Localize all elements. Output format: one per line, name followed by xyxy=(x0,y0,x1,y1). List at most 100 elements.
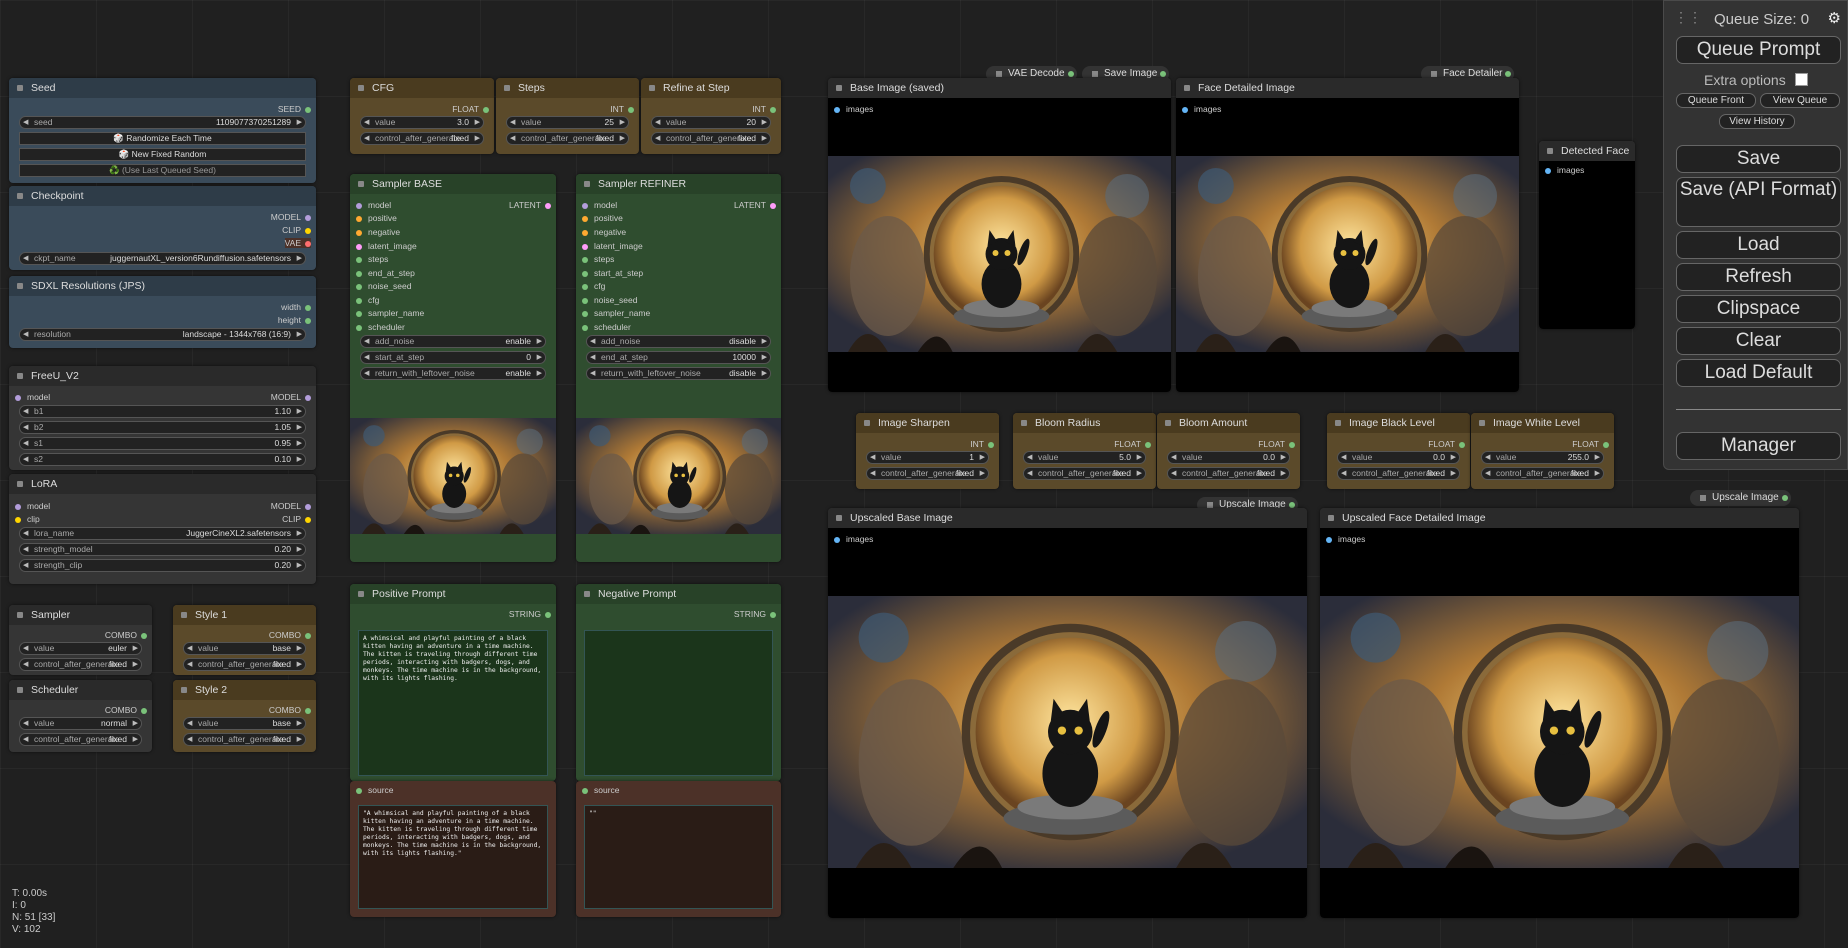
images-input[interactable]: images xyxy=(1545,165,1584,175)
node-title[interactable]: Upscaled Base Image xyxy=(828,508,1307,528)
queue-front-button[interactable]: Queue Front xyxy=(1676,93,1756,108)
sampler-name-input[interactable]: sampler_name xyxy=(582,308,650,318)
node-title[interactable]: Face Detailed Image xyxy=(1176,78,1519,98)
clip-output[interactable]: CLIP xyxy=(282,225,311,235)
load-button[interactable]: Load xyxy=(1676,231,1841,259)
negative-source-textarea[interactable]: "" xyxy=(584,805,773,909)
image-white-level-node[interactable]: Image White Level FLOAT value255.0 contr… xyxy=(1471,413,1614,489)
value-widget[interactable]: valueeuler xyxy=(19,642,142,655)
sampler-name-input[interactable]: sampler_name xyxy=(356,308,424,318)
gear-icon[interactable]: ⚙ xyxy=(1828,9,1841,27)
control-after-generate-widget[interactable]: control_after_generatefixed xyxy=(1023,467,1146,480)
refresh-button[interactable]: Refresh xyxy=(1676,263,1841,291)
positive-prompt-node[interactable]: Positive Prompt STRING A whimsical and p… xyxy=(350,584,556,781)
control-after-generate-widget[interactable]: control_after_generatefixed xyxy=(360,132,484,145)
scheduler-select-node[interactable]: Scheduler COMBO valuenormal control_afte… xyxy=(9,680,152,752)
float-output[interactable]: FLOAT xyxy=(1114,439,1151,449)
latent-image-input[interactable]: latent_image xyxy=(356,241,417,251)
string-output[interactable]: STRING xyxy=(509,609,551,619)
value-widget[interactable]: value3.0 xyxy=(360,116,484,129)
control-after-generate-widget[interactable]: control_after_generatefixed xyxy=(866,467,989,480)
latent-output[interactable]: LATENT xyxy=(734,200,776,210)
control-after-generate-widget[interactable]: control_after_generatefixed xyxy=(19,733,142,746)
node-title[interactable]: Sampler xyxy=(9,605,152,625)
sampler-base-node[interactable]: Sampler BASE LATENT model positive negat… xyxy=(350,174,556,562)
bloom-radius-node[interactable]: Bloom Radius FLOAT value5.0 control_afte… xyxy=(1013,413,1156,489)
node-title[interactable]: Checkpoint xyxy=(9,186,316,206)
ckpt-name-widget[interactable]: ckpt_namejuggernautXL_version6Rundiffusi… xyxy=(19,252,306,265)
model-output[interactable]: MODEL xyxy=(271,212,311,222)
source-input[interactable]: source xyxy=(582,785,620,795)
manager-button[interactable]: Manager xyxy=(1676,432,1841,460)
randomize-each-time-button[interactable]: 🎲 Randomize Each Time xyxy=(19,132,306,145)
node-title[interactable]: Sampler REFINER xyxy=(576,174,781,194)
value-widget[interactable]: value255.0 xyxy=(1481,451,1604,464)
model-input[interactable]: model xyxy=(15,392,50,402)
node-title[interactable]: Bloom Amount xyxy=(1157,413,1300,433)
bloom-amount-node[interactable]: Bloom Amount FLOAT value0.0 control_afte… xyxy=(1157,413,1300,489)
s2-widget[interactable]: s20.10 xyxy=(19,453,306,466)
node-title[interactable]: Image White Level xyxy=(1471,413,1614,433)
cfg-input[interactable]: cfg xyxy=(356,295,379,305)
seed-widget[interactable]: seed1109077370251289 xyxy=(19,116,306,129)
strength-model-widget[interactable]: strength_model0.20 xyxy=(19,543,306,556)
save-button[interactable]: Save xyxy=(1676,145,1841,173)
load-default-button[interactable]: Load Default xyxy=(1676,359,1841,387)
add-noise-widget[interactable]: add_noiseenable xyxy=(360,335,546,348)
positive-prompt-textarea[interactable]: A whimsical and playful painting of a bl… xyxy=(358,630,548,776)
height-output[interactable]: height xyxy=(278,315,311,325)
base-image-node[interactable]: Base Image (saved) images images xyxy=(828,78,1171,392)
b1-widget[interactable]: b11.10 xyxy=(19,405,306,418)
positive-source-textarea[interactable]: "A whimsical and playful painting of a b… xyxy=(358,805,548,909)
start-at-step-input[interactable]: start_at_step xyxy=(582,268,643,278)
value-widget[interactable]: value20 xyxy=(651,116,771,129)
cfg-input[interactable]: cfg xyxy=(582,281,605,291)
value-widget[interactable]: value25 xyxy=(506,116,629,129)
int-output[interactable]: INT xyxy=(970,439,994,449)
clipspace-button[interactable]: Clipspace xyxy=(1676,295,1841,323)
node-title[interactable]: Base Image (saved) xyxy=(828,78,1171,98)
negative-prompt-node[interactable]: Negative Prompt STRING xyxy=(576,584,781,781)
value-widget[interactable]: valuebase xyxy=(183,717,306,730)
strength-clip-widget[interactable]: strength_clip0.20 xyxy=(19,559,306,572)
control-after-generate-widget[interactable]: control_after_generatefixed xyxy=(1167,467,1290,480)
combo-output[interactable]: COMBO xyxy=(105,705,147,715)
steps-input[interactable]: steps xyxy=(356,254,388,264)
string-output[interactable]: STRING xyxy=(734,609,776,619)
model-input[interactable]: model xyxy=(356,200,391,210)
node-title[interactable]: SDXL Resolutions (JPS) xyxy=(9,276,316,296)
end-at-step-input[interactable]: end_at_step xyxy=(356,268,415,278)
value-widget[interactable]: valuebase xyxy=(183,642,306,655)
node-title[interactable]: Scheduler xyxy=(9,680,152,700)
node-title[interactable]: Style 1 xyxy=(173,605,316,625)
combo-output[interactable]: COMBO xyxy=(269,705,311,715)
clip-input[interactable]: clip xyxy=(15,514,40,524)
node-title[interactable]: Sampler BASE xyxy=(350,174,556,194)
node-title[interactable]: LoRA xyxy=(9,474,316,494)
control-after-generate-widget[interactable]: control_after_generatefixed xyxy=(651,132,771,145)
float-output[interactable]: FLOAT xyxy=(1428,439,1465,449)
float-output[interactable]: FLOAT xyxy=(1258,439,1295,449)
drag-handle-icon[interactable]: ⋮⋮ xyxy=(1674,9,1702,26)
model-input[interactable]: model xyxy=(15,501,50,511)
end-at-step-widget[interactable]: end_at_step10000 xyxy=(586,351,771,364)
style2-node[interactable]: Style 2 COMBO valuebase control_after_ge… xyxy=(173,680,316,752)
lora-name-widget[interactable]: lora_nameJuggerCineXL2.safetensors xyxy=(19,527,306,540)
return-leftover-noise-widget[interactable]: return_with_leftover_noisedisable xyxy=(586,367,771,380)
node-title[interactable]: FreeU_V2 xyxy=(9,366,316,386)
cfg-node[interactable]: CFG FLOAT value3.0 control_after_generat… xyxy=(350,78,494,154)
latent-image-input[interactable]: latent_image xyxy=(582,241,643,251)
control-after-generate-widget[interactable]: control_after_generatefixed xyxy=(506,132,629,145)
positive-input[interactable]: positive xyxy=(356,213,397,223)
queue-prompt-button[interactable]: Queue Prompt xyxy=(1676,36,1841,64)
control-after-generate-widget[interactable]: control_after_generatefixed xyxy=(183,733,306,746)
images-input[interactable]: images xyxy=(1182,104,1221,114)
extra-options-checkbox[interactable] xyxy=(1795,73,1808,86)
node-title[interactable]: Seed xyxy=(9,78,316,98)
seed-node[interactable]: Seed SEED seed1109077370251289 🎲 Randomi… xyxy=(9,78,316,183)
checkpoint-node[interactable]: Checkpoint MODEL CLIP VAE ckpt_namejugge… xyxy=(9,186,316,270)
positive-input[interactable]: positive xyxy=(582,213,623,223)
control-after-generate-widget[interactable]: control_after_generatefixed xyxy=(183,658,306,671)
view-history-button[interactable]: View History xyxy=(1719,114,1795,129)
float-output[interactable]: FLOAT xyxy=(1572,439,1609,449)
